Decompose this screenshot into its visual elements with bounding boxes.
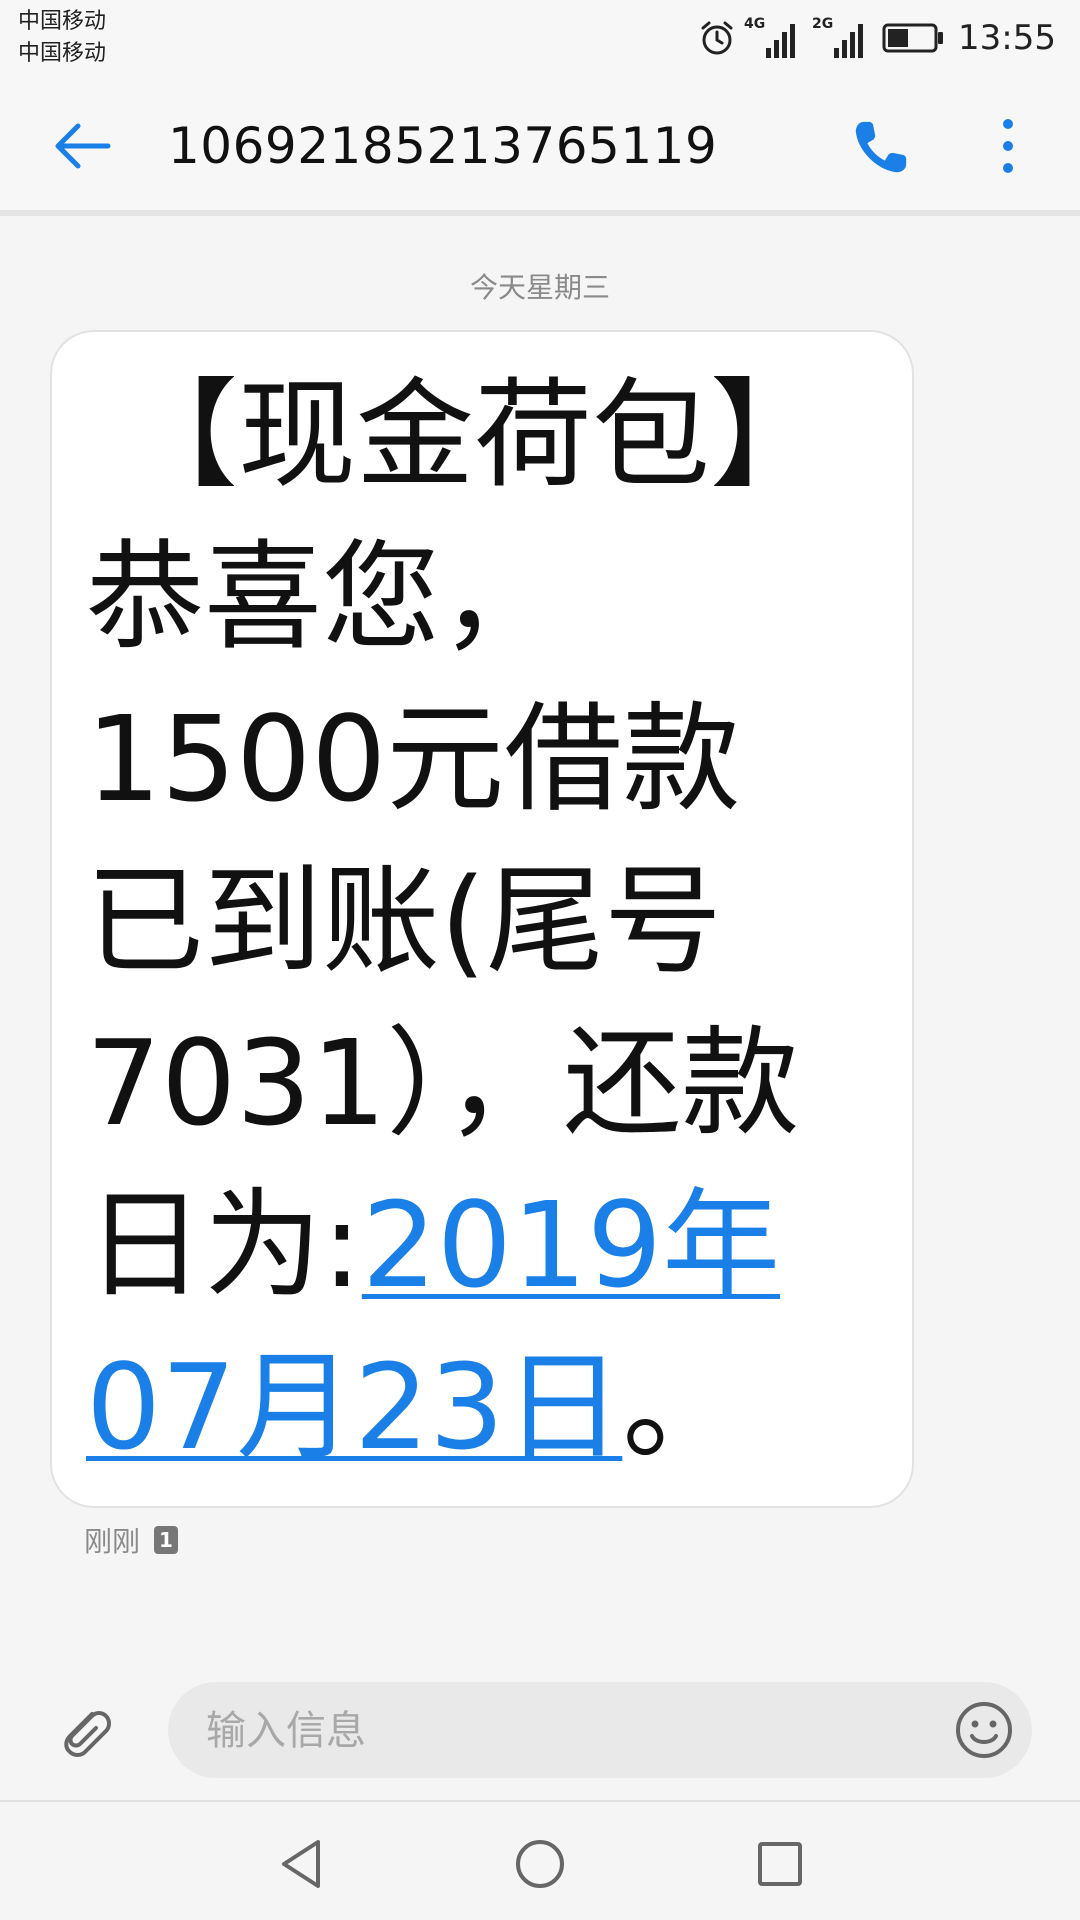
paperclip-icon[interactable] bbox=[52, 1698, 116, 1762]
more-vertical-icon[interactable] bbox=[996, 114, 1020, 178]
square-recents-icon[interactable] bbox=[750, 1834, 810, 1894]
message-line-1: 【现金荷包】 bbox=[120, 366, 829, 504]
message-input[interactable] bbox=[204, 1682, 908, 1780]
message-text: 日为: bbox=[86, 1176, 362, 1314]
alarm-icon bbox=[701, 21, 733, 55]
phone-icon[interactable] bbox=[850, 116, 912, 178]
signal-1: 4G bbox=[744, 16, 802, 60]
message-time: 刚刚 bbox=[84, 1525, 141, 1558]
arrow-left-icon[interactable] bbox=[50, 114, 114, 178]
circle-home-icon[interactable] bbox=[510, 1834, 570, 1894]
message-line-3: 1500元借款 bbox=[86, 690, 741, 828]
system-nav-bar bbox=[0, 1802, 1080, 1920]
date-separator: 今天星期三 bbox=[469, 271, 610, 304]
due-date-link-part2[interactable]: 07月23日 bbox=[86, 1338, 622, 1476]
battery-icon bbox=[882, 23, 944, 53]
carrier-list: 中国移动 中国移动 bbox=[18, 6, 106, 70]
message-line-6: 日为:2019年 bbox=[86, 1170, 780, 1320]
network-type-2: 2G bbox=[812, 16, 834, 32]
status-bar: 中国移动 中国移动 4G 2G 13:55 bbox=[0, 0, 1080, 78]
message-line-7: 07月23日。 bbox=[86, 1332, 740, 1482]
signal-bars-icon bbox=[834, 24, 864, 58]
message-line-4: 已到账(尾号 bbox=[86, 852, 723, 990]
conversation-header: 10692185213765119 bbox=[0, 78, 1080, 210]
contact-number: 10692185213765119 bbox=[168, 117, 718, 175]
sms-conversation-screen: 中国移动 中国移动 4G 2G 13:55 10692185213765119 … bbox=[0, 0, 1080, 1920]
due-date-link-part1[interactable]: 2019年 bbox=[362, 1176, 780, 1314]
message-input-box bbox=[168, 1682, 1032, 1780]
header-divider bbox=[0, 210, 1080, 216]
message-meta: 刚刚 1 bbox=[84, 1520, 179, 1560]
network-type-1: 4G bbox=[744, 16, 766, 32]
status-time: 13:55 bbox=[958, 18, 1056, 58]
message-line-5: 7031），还款 bbox=[86, 1014, 800, 1152]
triangle-back-icon[interactable] bbox=[272, 1834, 332, 1894]
message-line-2: 恭喜您， bbox=[86, 528, 559, 666]
sim-badge: 1 bbox=[154, 1526, 179, 1554]
status-icons: 4G 2G 13:55 bbox=[698, 10, 1056, 66]
message-end-punct: 。 bbox=[622, 1338, 741, 1476]
carrier-1: 中国移动 bbox=[18, 9, 107, 34]
carrier-2: 中国移动 bbox=[18, 41, 107, 66]
signal-bars-icon bbox=[766, 24, 796, 58]
smiley-icon[interactable] bbox=[952, 1698, 1016, 1762]
signal-2: 2G bbox=[812, 16, 870, 60]
